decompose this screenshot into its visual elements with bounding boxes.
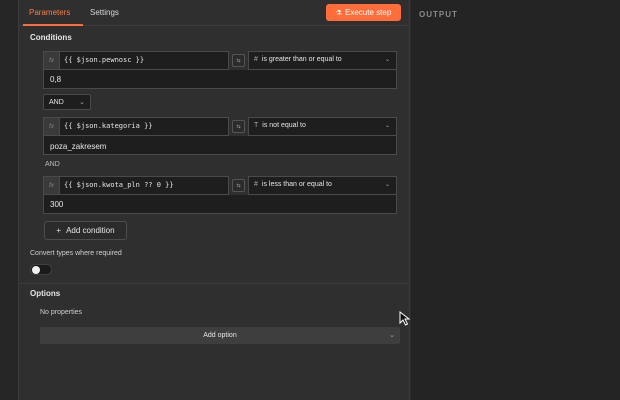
- chevron-down-icon: ⌄: [79, 99, 85, 106]
- condition-value-field[interactable]: 300: [43, 195, 397, 214]
- convert-types-toggle[interactable]: [30, 264, 52, 275]
- condition-value-field[interactable]: poza_zakresem: [43, 136, 397, 155]
- condition-row: fx {{ $json.pewnosc }} ⇆ # is greater tha…: [43, 51, 397, 89]
- condition-left-expression[interactable]: {{ $json.pewnosc }}: [59, 51, 229, 70]
- condition-row: fx {{ $json.kategoria }} ⇆ Tis not equal…: [43, 117, 397, 155]
- execute-step-button[interactable]: ⚗ Execute step: [326, 4, 401, 21]
- add-condition-button[interactable]: + Add condition: [44, 221, 127, 240]
- add-option-label: Add option: [203, 332, 237, 339]
- condition-value-field[interactable]: 0,8: [43, 70, 397, 89]
- fx-icon: fx: [43, 176, 59, 195]
- combinator-label: AND: [49, 99, 64, 106]
- section-divider: [19, 283, 409, 284]
- expression-toggle-icon[interactable]: ⇆: [232, 179, 245, 192]
- fx-icon: fx: [43, 51, 59, 70]
- add-condition-label: Add condition: [66, 226, 115, 235]
- tab-parameters[interactable]: Parameters: [29, 8, 70, 17]
- text-type-icon: T: [254, 122, 259, 129]
- output-panel: OUTPUT: [411, 0, 620, 400]
- operator-label: is less than or equal to: [261, 181, 332, 188]
- plus-icon: +: [56, 226, 62, 235]
- toggle-knob: [32, 266, 40, 274]
- no-properties-text: No properties: [40, 309, 83, 316]
- active-tab-indicator: [23, 24, 83, 26]
- convert-types-label: Convert types where required: [30, 250, 122, 257]
- mouse-cursor-icon: [399, 311, 411, 326]
- number-type-icon: #: [254, 56, 258, 63]
- expression-toggle-icon[interactable]: ⇆: [232, 54, 245, 67]
- chevron-down-icon: ⌄: [384, 57, 390, 63]
- condition-left-expression[interactable]: {{ $json.kategoria }}: [59, 117, 229, 136]
- conditions-title: Conditions: [30, 33, 72, 42]
- output-title: OUTPUT: [419, 10, 458, 19]
- execute-step-label: Execute step: [345, 8, 392, 17]
- condition-row: fx {{ $json.kwota_pln ?? 0 }} ⇆ # is less…: [43, 176, 397, 214]
- add-option-button[interactable]: Add option ⌄: [40, 327, 400, 344]
- tab-settings[interactable]: Settings: [90, 8, 119, 17]
- options-title: Options: [30, 289, 61, 298]
- flask-icon: ⚗: [335, 9, 343, 17]
- operator-label: is not equal to: [262, 122, 306, 129]
- operator-label: is greater than or equal to: [261, 56, 342, 63]
- chevron-down-icon: ⌄: [389, 332, 395, 339]
- parameters-panel: Parameters Settings ⚗ Execute step Condi…: [18, 0, 410, 400]
- condition-left-expression[interactable]: {{ $json.kwota_pln ?? 0 }}: [59, 176, 229, 195]
- tab-bar: Parameters Settings ⚗ Execute step: [19, 0, 409, 26]
- chevron-down-icon: ⌄: [384, 182, 390, 188]
- expression-toggle-icon[interactable]: ⇆: [232, 120, 245, 133]
- combinator-text: AND: [45, 161, 60, 168]
- fx-icon: fx: [43, 117, 59, 136]
- combinator-select[interactable]: AND ⌄: [43, 94, 91, 110]
- operator-select[interactable]: # is greater than or equal to ⌄: [248, 51, 397, 70]
- operator-select[interactable]: Tis not equal to ⌄: [248, 117, 397, 136]
- operator-select[interactable]: # is less than or equal to ⌄: [248, 176, 397, 195]
- chevron-down-icon: ⌄: [384, 123, 390, 129]
- canvas-gutter: [0, 0, 18, 400]
- number-type-icon: #: [254, 181, 258, 188]
